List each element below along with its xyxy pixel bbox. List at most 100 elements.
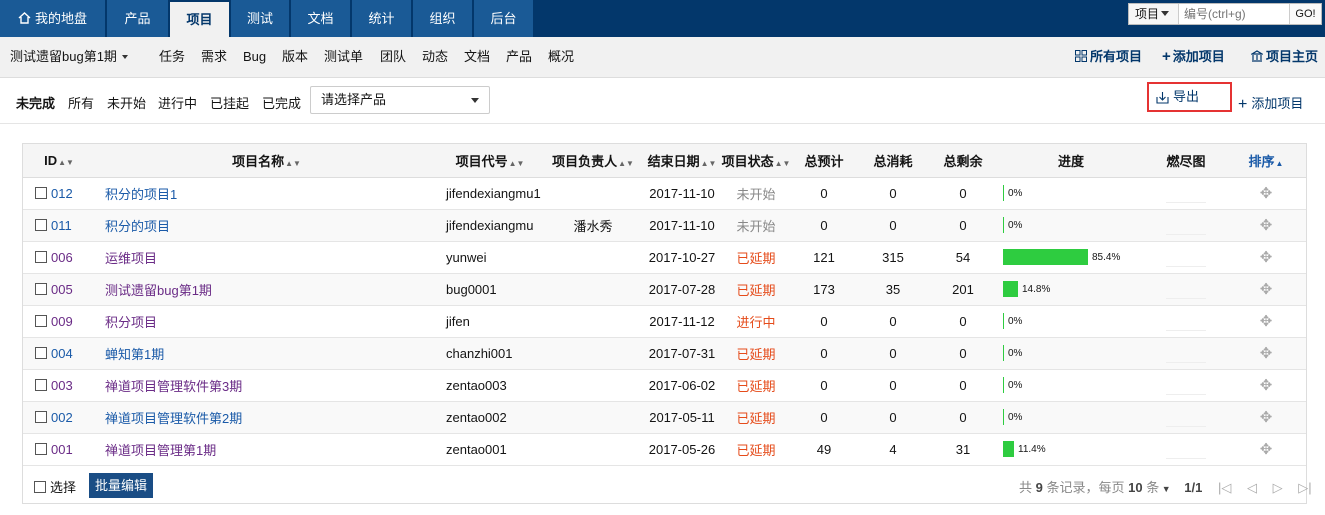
row-checkbox[interactable] xyxy=(35,314,47,327)
drag-handle-icon[interactable]: ✥ xyxy=(1226,241,1306,273)
subnav-team[interactable]: 团队 xyxy=(380,37,406,77)
product-select[interactable]: 请选择产品 xyxy=(310,86,490,114)
row-checkbox[interactable] xyxy=(35,346,47,359)
project-id-link[interactable]: 006 xyxy=(51,250,73,265)
filter-suspended[interactable]: 已挂起 xyxy=(210,93,249,112)
project-switcher[interactable]: 测试遗留bug第1期 xyxy=(10,37,128,77)
drag-handle-icon[interactable]: ✥ xyxy=(1226,337,1306,369)
cell-consumed: 4 xyxy=(889,441,897,457)
tab-doc[interactable]: 文档 xyxy=(291,0,350,37)
col-order[interactable]: 排序▲ xyxy=(1226,144,1306,178)
drag-handle-icon[interactable]: ✥ xyxy=(1226,433,1306,465)
project-id-link[interactable]: 009 xyxy=(51,314,73,329)
col-status[interactable]: 项目状态▲▼ xyxy=(720,144,792,178)
chevron-down-icon[interactable]: ▼ xyxy=(1159,484,1171,494)
drag-handle-icon[interactable]: ✥ xyxy=(1226,305,1306,337)
search-input[interactable] xyxy=(1180,4,1290,24)
row-checkbox[interactable] xyxy=(35,410,47,423)
row-checkbox[interactable] xyxy=(35,282,47,295)
cell-owner xyxy=(542,177,644,209)
tab-admin[interactable]: 后台 xyxy=(474,0,533,37)
table-row: 003 禅道项目管理软件第3期 zentao003 2017-06-02 已延期 0 0 0 0… xyxy=(23,369,1306,401)
row-checkbox[interactable] xyxy=(35,186,47,199)
cell-burn-chart[interactable] xyxy=(1146,433,1226,465)
next-page-icon[interactable]: ▷ xyxy=(1273,480,1283,495)
project-name-link[interactable]: 测试遗留bug第1期 xyxy=(105,283,212,298)
cell-burn-chart[interactable] xyxy=(1146,369,1226,401)
subnav-doc[interactable]: 文档 xyxy=(464,37,490,77)
project-name-link[interactable]: 积分的项目1 xyxy=(105,187,177,202)
drag-handle-icon[interactable]: ✥ xyxy=(1226,177,1306,209)
project-home-link[interactable]: 项目主页 xyxy=(1251,37,1318,77)
subnav-dynamic[interactable]: 动态 xyxy=(422,37,448,77)
tab-project[interactable]: 项目 xyxy=(170,2,229,37)
project-name-link[interactable]: 积分的项目 xyxy=(105,219,170,234)
subnav-task[interactable]: 任务 xyxy=(159,37,185,77)
tab-test[interactable]: 测试 xyxy=(231,0,289,37)
filter-all[interactable]: 所有 xyxy=(68,93,94,112)
project-id-link[interactable]: 004 xyxy=(51,346,73,361)
col-end[interactable]: 结束日期▲▼ xyxy=(644,144,720,178)
project-name-link[interactable]: 积分项目 xyxy=(105,315,157,330)
row-checkbox[interactable] xyxy=(35,442,47,455)
project-id-link[interactable]: 001 xyxy=(51,442,73,457)
filter-done[interactable]: 已完成 xyxy=(262,93,301,112)
subnav-story[interactable]: 需求 xyxy=(201,37,227,77)
project-name-link[interactable]: 运维项目 xyxy=(105,251,157,266)
row-checkbox[interactable] xyxy=(35,218,47,231)
cell-burn-chart[interactable] xyxy=(1146,177,1226,209)
search-go-button[interactable]: GO! xyxy=(1289,4,1321,24)
subnav-testtask[interactable]: 测试单 xyxy=(324,37,363,77)
cell-burn-chart[interactable] xyxy=(1146,241,1226,273)
col-name[interactable]: 项目名称▲▼ xyxy=(95,144,438,178)
prev-page-icon[interactable]: ◁ xyxy=(1247,480,1257,495)
cell-end-date: 2017-11-10 xyxy=(649,185,715,201)
filter-doing[interactable]: 进行中 xyxy=(158,93,197,112)
project-name-link[interactable]: 禅道项目管理第1期 xyxy=(105,443,216,458)
cell-burn-chart[interactable] xyxy=(1146,401,1226,433)
col-owner[interactable]: 项目负责人▲▼ xyxy=(542,144,644,178)
cell-burn-chart[interactable] xyxy=(1146,273,1226,305)
cell-burn-chart[interactable] xyxy=(1146,305,1226,337)
subnav-build[interactable]: 版本 xyxy=(282,37,308,77)
drag-handle-icon[interactable]: ✥ xyxy=(1226,369,1306,401)
sort-icon: ▲▼ xyxy=(508,158,525,168)
batch-edit-button[interactable]: 批量编辑 xyxy=(89,473,154,498)
project-id-link[interactable]: 005 xyxy=(51,282,73,297)
tab-product[interactable]: 产品 xyxy=(107,0,168,37)
search-scope-select[interactable]: 项目 xyxy=(1129,4,1179,24)
subnav-bug[interactable]: Bug xyxy=(243,37,266,77)
filter-wait[interactable]: 未开始 xyxy=(107,93,146,112)
cell-burn-chart[interactable] xyxy=(1146,337,1226,369)
tab-my-dashboard[interactable]: 我的地盘 xyxy=(0,0,105,37)
pager-per-page[interactable]: 10 xyxy=(1128,480,1142,495)
cell-burn-chart[interactable] xyxy=(1146,209,1226,241)
subnav-overview[interactable]: 概况 xyxy=(548,37,574,77)
select-all-checkbox[interactable]: 选择 xyxy=(34,477,76,496)
all-projects-link[interactable]: 所有项目 xyxy=(1075,37,1142,77)
drag-handle-icon[interactable]: ✥ xyxy=(1226,273,1306,305)
col-code[interactable]: 项目代号▲▼ xyxy=(438,144,542,178)
last-page-icon[interactable]: ▷| xyxy=(1298,480,1311,495)
export-button[interactable]: 导出 xyxy=(1147,82,1232,112)
project-id-link[interactable]: 012 xyxy=(51,186,73,201)
checkbox-icon xyxy=(34,481,46,493)
project-id-link[interactable]: 003 xyxy=(51,378,73,393)
first-page-icon[interactable]: |◁ xyxy=(1218,480,1231,495)
col-id[interactable]: ID▲▼ xyxy=(23,144,95,178)
add-project-button[interactable]: + 添加项目 xyxy=(1238,93,1303,114)
drag-handle-icon[interactable]: ✥ xyxy=(1226,401,1306,433)
drag-handle-icon[interactable]: ✥ xyxy=(1226,209,1306,241)
project-id-link[interactable]: 002 xyxy=(51,410,73,425)
tab-company[interactable]: 组织 xyxy=(413,0,472,37)
subnav-product[interactable]: 产品 xyxy=(506,37,532,77)
project-name-link[interactable]: 禅道项目管理软件第2期 xyxy=(105,411,242,426)
project-id-link[interactable]: 011 xyxy=(51,218,72,233)
row-checkbox[interactable] xyxy=(35,250,47,263)
project-name-link[interactable]: 禅道项目管理软件第3期 xyxy=(105,379,242,394)
tab-report[interactable]: 统计 xyxy=(352,0,411,37)
project-name-link[interactable]: 蝉知第1期 xyxy=(105,347,164,362)
filter-undone[interactable]: 未完成 xyxy=(16,93,55,112)
row-checkbox[interactable] xyxy=(35,378,47,391)
add-project-link[interactable]: + 添加项目 xyxy=(1162,37,1225,77)
